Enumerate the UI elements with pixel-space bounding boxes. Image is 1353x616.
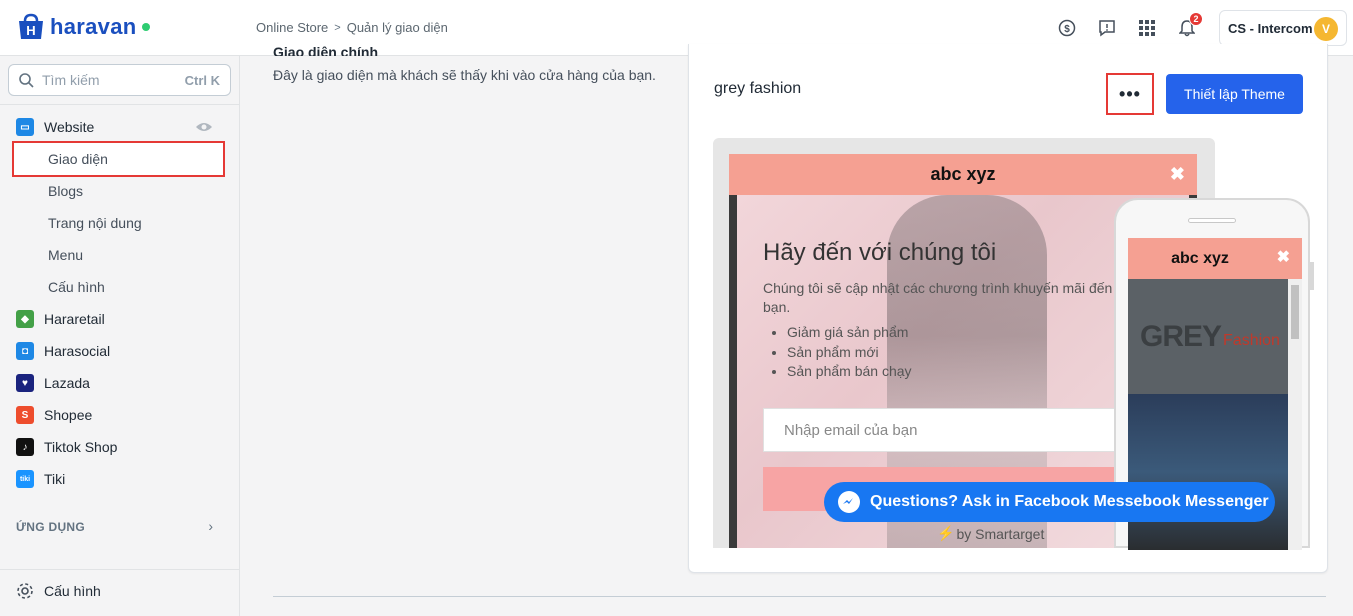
sidebar-item-label: Hararetail [44,311,105,327]
online-status-dot [142,23,151,31]
shopee-icon: S [16,406,34,424]
mobile-scrollbar [1288,279,1302,550]
mobile-popup-title: abc xyz [1171,249,1229,267]
phone-button [1310,262,1314,290]
divider [273,596,1326,597]
sidebar-item-shopee[interactable]: S Shopee [16,401,226,429]
popup-benefits-list: Giảm giá sản phẩm Sản phẩm mới Sản phẩm … [787,323,912,382]
scrollbar-thumb [1291,285,1299,339]
chevron-right-icon: > [334,21,341,34]
popup-subtext: Chúng tôi sẽ cập nhật các chương trình k… [763,280,1113,315]
sidebar-item-label: Tiktok Shop [44,439,118,455]
sidebar-item-pages[interactable]: Trang nội dung [48,209,142,237]
theme-name: grey fashion [714,80,802,97]
sidebar-item-tiktok[interactable]: ♪ Tiktok Shop [16,433,226,461]
notification-badge: 2 [1189,12,1203,26]
breadcrumb-online-store[interactable]: Online Store [256,20,328,35]
mobile-hero-image [1128,394,1288,550]
sidebar-item-menu[interactable]: Menu [48,241,83,269]
close-icon: ✖ [1276,249,1290,266]
gear-icon [17,583,33,599]
powered-by: ⚡ by Smartarget [937,525,1044,542]
mobile-logo-banner: GREY Fashion [1128,279,1288,394]
messenger-icon [838,491,860,513]
divider [0,104,239,105]
svg-text:H: H [26,23,35,38]
popup-heading: Hãy đến với chúng tôi [763,239,997,266]
popup-email-field: Nhập email của bạn [763,408,1143,452]
messenger-text: Questions? Ask in Facebook Messebook Mes… [870,493,1269,510]
sidebar-item-settings[interactable]: Cấu hình [16,582,101,600]
sidebar-item-label: Shopee [44,407,93,423]
sidebar-item-theme[interactable]: Giao diện [48,145,108,173]
sidebar-item-label: Lazada [44,375,90,391]
apps-section-label[interactable]: ỨNG DỤNG [16,520,85,534]
more-actions-button[interactable]: ••• [1106,73,1154,115]
grey-logo: GREY [1140,319,1222,353]
logo-text: haravan [50,14,137,39]
list-item: Giảm giá sản phẩm [787,323,912,343]
list-item: Sản phẩm bán chạy [787,362,912,382]
sidebar-item-label: Tiki [44,471,66,487]
sidebar-item-label: Website [44,119,95,135]
powered-by-text: by Smartarget [956,525,1045,542]
sidebar: Tìm kiếm Ctrl K ▭ Website Giao diện Blog… [0,56,240,616]
mobile-popup-title-bar: abc xyz ✖ [1128,238,1302,279]
phone-speaker [1188,218,1236,223]
harasocial-icon: ◘ [16,342,34,360]
eye-icon[interactable] [195,121,213,133]
active-item-highlight [12,141,225,177]
payment-icon[interactable]: $ [1047,16,1087,40]
avatar: V [1314,17,1338,41]
list-item: Sản phẩm mới [787,343,912,363]
close-icon: ✖ [1169,164,1185,184]
notification-bell-icon[interactable]: 2 [1167,12,1207,40]
hararetail-icon: ◆ [16,310,34,328]
search-input[interactable]: Tìm kiếm Ctrl K [8,64,231,96]
fashion-logo: Fashion [1223,331,1280,349]
chevron-right-icon[interactable]: › [208,518,213,534]
search-icon [19,72,34,88]
breadcrumb: Online Store > Quản lý giao diện [256,20,448,35]
apps-grid-icon[interactable] [1127,16,1167,40]
messenger-chat-button[interactable]: Questions? Ask in Facebook Messebook Mes… [824,482,1275,522]
feedback-icon[interactable] [1087,16,1127,40]
account-menu[interactable]: CS - Intercom V [1219,10,1347,46]
sidebar-item-tiki[interactable]: tiki Tiki [16,465,226,493]
website-icon: ▭ [16,118,34,136]
sidebar-item-blogs[interactable]: Blogs [48,177,83,205]
haravan-logo-icon: H [16,13,46,41]
section-description: Đây là giao diện mà khách sẽ thấy khi và… [273,67,656,83]
svg-text:$: $ [1064,24,1070,35]
top-icons: $ 2 [1047,12,1207,40]
sidebar-item-website-settings[interactable]: Cấu hình [48,273,105,301]
search-placeholder: Tìm kiếm [42,72,100,88]
popup-title-bar: abc xyz ✖ [729,154,1197,195]
breadcrumb-theme-management: Quản lý giao diện [346,20,448,35]
lightning-icon: ⚡ [937,525,955,541]
tiktok-icon: ♪ [16,438,34,456]
account-name: CS - Intercom [1228,20,1313,36]
section-title: Giao diện chính [273,44,379,56]
haravan-logo[interactable]: H haravan [16,13,151,41]
divider [0,569,239,570]
lazada-icon: ♥ [16,374,34,392]
sidebar-item-label: Harasocial [44,343,111,359]
search-shortcut: Ctrl K [184,72,220,88]
sidebar-item-harasocial[interactable]: ◘ Harasocial [16,337,226,365]
sidebar-item-label: Cấu hình [44,583,101,599]
popup-title: abc xyz [930,164,996,184]
sidebar-item-lazada[interactable]: ♥ Lazada [16,369,226,397]
theme-setup-button[interactable]: Thiết lập Theme [1166,74,1303,114]
sidebar-item-hararetail[interactable]: ◆ Hararetail [16,305,226,333]
tiki-icon: tiki [16,470,34,488]
